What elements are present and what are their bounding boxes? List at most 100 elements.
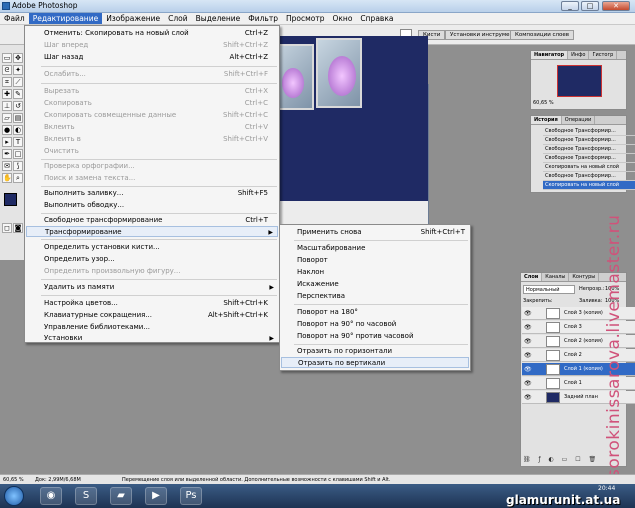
- eye-icon[interactable]: 👁: [524, 324, 532, 331]
- menu-item-step-backward[interactable]: Шаг назад Alt+Ctrl+Z: [26, 52, 278, 63]
- lasso-tool-icon[interactable]: ᘓ: [2, 65, 12, 75]
- submenu-item-rotate-90-cw[interactable]: Поворот на 90° по часовой: [281, 319, 469, 330]
- eye-icon[interactable]: 👁: [524, 338, 532, 345]
- type-tool-icon[interactable]: T: [13, 137, 23, 147]
- menu-item-paste[interactable]: Вклеить Ctrl+V: [26, 122, 278, 133]
- media-player-icon[interactable]: ▶: [145, 487, 167, 505]
- menu-window[interactable]: Окно: [328, 13, 356, 24]
- menu-item-stroke[interactable]: Выполнить обводку...: [26, 200, 278, 211]
- tab-info[interactable]: Инфо: [568, 51, 590, 59]
- submenu-item-scale[interactable]: Масштабирование: [281, 243, 469, 254]
- close-button[interactable]: ✕: [602, 1, 630, 11]
- foreground-color-swatch[interactable]: [4, 193, 17, 206]
- menu-item-free-transform[interactable]: Свободное трансформирование Ctrl+T: [26, 215, 278, 226]
- navigator-thumbnail[interactable]: [557, 65, 602, 97]
- eyedropper-tool-icon[interactable]: ⟆: [13, 161, 23, 171]
- healing-brush-tool-icon[interactable]: ✚: [2, 89, 12, 99]
- quick-mask-off-icon[interactable]: ◻: [2, 223, 12, 233]
- history-brush-tool-icon[interactable]: ↺: [13, 101, 23, 111]
- eye-icon[interactable]: 👁: [524, 394, 532, 401]
- dodge-tool-icon[interactable]: ◐: [13, 125, 23, 135]
- maximize-button[interactable]: □: [581, 1, 599, 11]
- tab-navigator[interactable]: Навигатор: [531, 51, 569, 59]
- menu-item-fill[interactable]: Выполнить заливку... Shift+F5: [26, 188, 278, 199]
- menu-item-preferences[interactable]: Установки ▶: [26, 333, 278, 344]
- tab-layers[interactable]: Слои: [521, 273, 543, 281]
- submenu-item-perspective[interactable]: Перспектива: [281, 291, 469, 302]
- menu-edit[interactable]: Редактирование: [28, 13, 103, 24]
- eye-icon[interactable]: 👁: [524, 366, 532, 373]
- menu-file[interactable]: Файл: [0, 13, 29, 24]
- menu-item-keyboard-shortcuts[interactable]: Клавиатурные сокращения... Alt+Shift+Ctrl…: [26, 310, 278, 321]
- photoshop-taskbar-icon[interactable]: Ps: [180, 487, 202, 505]
- chrome-icon[interactable]: ◉: [40, 487, 62, 505]
- menu-item-clear[interactable]: Очистить: [26, 146, 278, 157]
- submenu-item-distort[interactable]: Искажение: [281, 279, 469, 290]
- tab-history[interactable]: История: [531, 116, 562, 124]
- skype-icon[interactable]: S: [75, 487, 97, 505]
- tab-paths[interactable]: Контуры: [569, 273, 600, 281]
- minimize-button[interactable]: _: [561, 1, 579, 11]
- menu-item-step-forward[interactable]: Шаг вперед Shift+Ctrl+Z: [26, 40, 278, 51]
- blur-tool-icon[interactable]: ●: [2, 125, 12, 135]
- menu-item-transform[interactable]: Трансформирование ▶: [26, 226, 278, 237]
- eye-icon[interactable]: 👁: [524, 380, 532, 387]
- hand-tool-icon[interactable]: ✋: [2, 173, 12, 183]
- submenu-arrow-icon: ▶: [269, 284, 274, 291]
- submenu-item-again[interactable]: Применить снова Shift+Ctrl+T: [281, 227, 469, 238]
- menu-item-undo[interactable]: Отменить: Скопировать на новый слой Ctrl+…: [26, 28, 278, 39]
- menu-item-purge[interactable]: Удалить из памяти ▶: [26, 282, 278, 293]
- marquee-tool-icon[interactable]: ▭: [2, 53, 12, 63]
- brush-tool-icon[interactable]: ✎: [13, 89, 23, 99]
- clock[interactable]: 20:44: [598, 485, 615, 492]
- palette-well-layer-comps[interactable]: Композиции слоев: [510, 30, 575, 40]
- menu-layer[interactable]: Слой: [164, 13, 192, 24]
- zoom-tool-icon[interactable]: ⌕: [13, 173, 23, 183]
- menu-item-find-replace[interactable]: Поиск и замена текста...: [26, 173, 278, 184]
- submenu-item-rotate-180[interactable]: Поворот на 180°: [281, 307, 469, 318]
- crop-tool-icon[interactable]: ⌗: [2, 77, 12, 87]
- start-button-icon[interactable]: [4, 486, 24, 506]
- folder-icon[interactable]: ▰: [110, 487, 132, 505]
- submenu-item-skew[interactable]: Наклон: [281, 267, 469, 278]
- tab-actions[interactable]: Операции: [562, 116, 596, 124]
- tab-histogram[interactable]: Гистогр: [589, 51, 618, 59]
- magic-wand-tool-icon[interactable]: ✦: [13, 65, 23, 75]
- tab-channels[interactable]: Каналы: [542, 273, 570, 281]
- submenu-item-rotate-90-ccw[interactable]: Поворот на 90° против часовой: [281, 331, 469, 342]
- submenu-item-flip-horizontal[interactable]: Отразить по горизонтали: [281, 346, 469, 357]
- navigator-zoom[interactable]: 60,65 %: [533, 100, 554, 106]
- menu-view[interactable]: Просмотр: [282, 13, 329, 24]
- menu-filter[interactable]: Фильтр: [244, 13, 282, 24]
- menu-image[interactable]: Изображение: [102, 13, 164, 24]
- menu-item-check-spelling[interactable]: Проверка орфографии...: [26, 161, 278, 172]
- menu-item-define-pattern[interactable]: Определить узор...: [26, 254, 278, 265]
- blend-mode-select[interactable]: Нормальный: [523, 285, 575, 294]
- eraser-tool-icon[interactable]: ▱: [2, 113, 12, 123]
- gradient-tool-icon[interactable]: ▤: [13, 113, 23, 123]
- menu-item-preset-manager[interactable]: Управление библиотеками...: [26, 322, 278, 333]
- path-selection-tool-icon[interactable]: ▸: [2, 137, 12, 147]
- menu-item-cut[interactable]: Вырезать Ctrl+X: [26, 86, 278, 97]
- menu-item-fade[interactable]: Ослабить... Shift+Ctrl+F: [26, 69, 278, 80]
- stamp-tool-icon[interactable]: ⊥: [2, 101, 12, 111]
- eye-icon[interactable]: 👁: [524, 310, 532, 317]
- menu-item-color-settings[interactable]: Настройка цветов... Shift+Ctrl+K: [26, 298, 278, 309]
- submenu-item-rotate[interactable]: Поворот: [281, 255, 469, 266]
- menu-item-paste-into[interactable]: Вклеить в Shift+Ctrl+V: [26, 134, 278, 145]
- menu-item-define-shape[interactable]: Определить произвольную фигуру...: [26, 266, 278, 277]
- slice-tool-icon[interactable]: ⟋: [13, 77, 23, 87]
- submenu-item-flip-vertical[interactable]: Отразить по вертикали: [281, 357, 469, 368]
- menu-item-copy-merged[interactable]: Скопировать совмещенные данные Shift+Ctrl…: [26, 110, 278, 121]
- status-zoom[interactable]: 60,65 %: [3, 477, 24, 483]
- menu-help[interactable]: Справка: [356, 13, 397, 24]
- menu-item-copy[interactable]: Скопировать Ctrl+C: [26, 98, 278, 109]
- eye-icon[interactable]: 👁: [524, 352, 532, 359]
- move-tool-icon[interactable]: ✥: [13, 53, 23, 63]
- notes-tool-icon[interactable]: ✉: [2, 161, 12, 171]
- menu-item-define-brush[interactable]: Определить установки кисти...: [26, 242, 278, 253]
- menu-select[interactable]: Выделение: [192, 13, 245, 24]
- shape-tool-icon[interactable]: □: [13, 149, 23, 159]
- quick-mask-on-icon[interactable]: ◙: [13, 223, 23, 233]
- pen-tool-icon[interactable]: ✒: [2, 149, 12, 159]
